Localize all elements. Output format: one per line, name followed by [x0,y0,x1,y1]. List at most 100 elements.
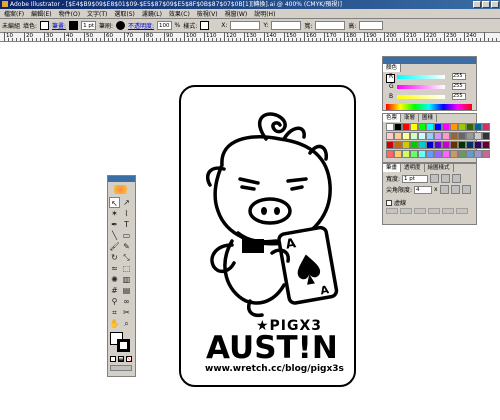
gap-field-1[interactable] [400,208,412,214]
fill-swatch[interactable] [40,21,50,30]
tab-gradient[interactable]: 漸層 [401,114,420,122]
tab-pattern[interactable]: 圖樣 [419,114,438,122]
maximize-button[interactable] [482,1,490,8]
color-swatch[interactable] [466,141,474,149]
mesh-tool-icon[interactable]: # [109,285,120,296]
type-tool-icon[interactable]: T [121,219,132,230]
artwork-name[interactable]: AUST!N [206,333,338,364]
y-field[interactable] [271,21,302,30]
blue-slider[interactable]: B 255 [389,93,466,101]
slice-tool-icon[interactable]: ⌗ [109,307,120,318]
tab-graphic-styles[interactable]: 繪圖樣式 [425,164,454,172]
color-swatch[interactable] [386,123,394,131]
opacity-field[interactable]: 100 [157,21,172,30]
gradient-mode-button[interactable] [118,356,124,362]
color-swatch[interactable] [426,123,434,131]
direct-selection-tool-icon[interactable]: ↗ [121,197,132,208]
eyedropper-tool-icon[interactable]: ⚲ [109,296,120,307]
menu-type[interactable]: 文字(T) [87,9,107,18]
height-field[interactable] [359,21,384,30]
none-mode-button[interactable] [126,356,132,362]
tab-stroke[interactable]: 筆畫 [383,164,402,172]
color-swatch[interactable] [482,123,490,131]
color-swatch[interactable] [426,150,434,158]
color-swatch[interactable] [434,150,442,158]
color-swatch[interactable] [434,123,442,131]
color-swatch[interactable] [442,132,450,140]
gap-field-3[interactable] [456,208,468,214]
color-swatch[interactable] [450,123,458,131]
round-cap-button[interactable] [441,174,451,183]
color-swatch[interactable] [482,150,490,158]
color-swatch[interactable] [442,150,450,158]
round-join-button[interactable] [450,185,460,194]
menu-effect[interactable]: 效果(C) [169,9,190,18]
color-mode-button[interactable] [110,356,116,362]
blue-slider-bar[interactable] [397,95,445,99]
color-swatch[interactable] [418,150,426,158]
menu-edit[interactable]: 編輯(E) [31,9,51,18]
color-swatch[interactable] [410,141,418,149]
dash-field-2[interactable] [414,208,426,214]
color-swatch[interactable] [386,150,394,158]
pig-illustration[interactable]: A A [180,95,356,320]
color-swatch[interactable] [434,141,442,149]
paintbrush-tool-icon[interactable]: 🖌 [109,241,120,252]
artwork-url[interactable]: www.wretch.cc/blog/pigx3s [205,364,344,374]
tools-panel-header[interactable] [108,176,135,182]
color-swatch[interactable] [482,141,490,149]
miter-join-button[interactable] [439,185,449,194]
green-slider-bar[interactable] [397,85,445,89]
menu-select[interactable]: 選取(S) [114,9,135,18]
color-swatch[interactable] [410,123,418,131]
blue-value-field[interactable]: 255 [452,93,466,100]
color-swatch[interactable] [394,141,402,149]
red-slider-bar[interactable] [397,75,445,79]
hand-tool-icon[interactable]: ✋ [109,318,120,329]
miter-limit-input[interactable]: 4 [414,185,433,194]
color-swatch[interactable] [450,132,458,140]
color-swatch[interactable] [466,123,474,131]
scissors-tool-icon[interactable]: ✂ [121,307,132,318]
screen-mode-buttons[interactable] [110,365,132,371]
dash-field-3[interactable] [442,208,454,214]
color-swatch[interactable] [482,132,490,140]
gap-field-2[interactable] [428,208,440,214]
color-swatch[interactable] [458,132,466,140]
tab-swatches[interactable]: 色票 [383,114,402,122]
color-swatch[interactable] [458,150,466,158]
menu-help[interactable]: 說明(H) [254,9,275,18]
magic-wand-tool-icon[interactable]: ✶ [109,208,120,219]
projecting-cap-button[interactable] [452,174,462,183]
dash-field-1[interactable] [386,208,398,214]
color-swatch[interactable] [450,141,458,149]
rectangle-tool-icon[interactable]: ▭ [121,230,132,241]
green-value-field[interactable]: 255 [452,83,466,90]
warp-tool-icon[interactable]: ≈ [109,263,120,274]
color-swatch[interactable] [402,132,410,140]
color-swatch[interactable] [418,132,426,140]
illustrator-logo-icon[interactable] [114,185,130,194]
color-panel-header[interactable] [383,57,476,64]
color-swatch[interactable] [434,132,442,140]
blend-tool-icon[interactable]: ∞ [121,296,132,307]
menu-filter[interactable]: 濾鏡(L) [142,9,162,18]
brush-swatch[interactable] [116,21,126,30]
symbol-sprayer-tool-icon[interactable]: ✺ [109,274,120,285]
color-swatch[interactable] [426,141,434,149]
stroke-color-box[interactable] [117,339,130,352]
color-swatch[interactable] [474,132,482,140]
color-swatch[interactable] [418,141,426,149]
color-swatch[interactable] [450,150,458,158]
menu-view[interactable]: 檢視(V) [197,9,218,18]
color-swatch[interactable] [402,150,410,158]
minimize-button[interactable] [473,1,481,8]
zoom-tool-icon[interactable]: ⌕ [121,318,132,329]
color-swatch[interactable] [402,123,410,131]
color-swatch[interactable] [474,123,482,131]
menu-file[interactable]: 檔案(F) [4,9,24,18]
butt-cap-button[interactable] [430,174,440,183]
tab-transparency[interactable]: 透明度 [401,164,425,172]
graph-tool-icon[interactable]: ▥ [121,274,132,285]
color-swatch[interactable] [386,141,394,149]
